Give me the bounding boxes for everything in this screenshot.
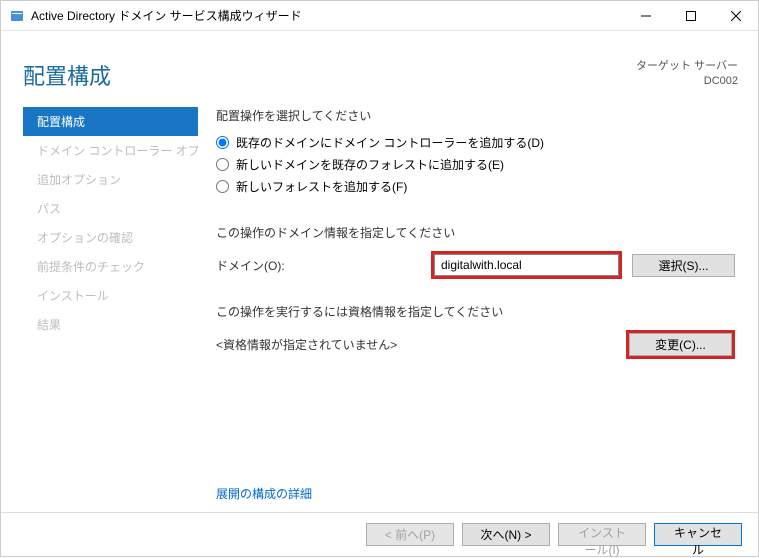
radio-new-domain-input[interactable] [216, 158, 229, 171]
footer: < 前へ(P) 次へ(N) > インストール(I) キャンセル [1, 512, 758, 556]
target-server-label: ターゲット サーバー [636, 59, 738, 74]
sidebar: 配置構成ドメイン コントローラー オプシ...追加オプションパスオプションの確認… [23, 107, 198, 512]
window-controls [623, 1, 758, 30]
cancel-button[interactable]: キャンセル [654, 523, 742, 546]
app-icon [9, 8, 25, 24]
domain-input[interactable] [434, 254, 619, 276]
select-operation-label: 配置操作を選択してください [216, 107, 738, 124]
radio-add-dc-input[interactable] [216, 136, 229, 149]
install-button[interactable]: インストール(I) [558, 523, 646, 546]
radio-new-domain-label: 新しいドメインを既存のフォレストに追加する(E) [236, 156, 504, 173]
prev-button[interactable]: < 前へ(P) [366, 523, 454, 546]
radio-new-forest-input[interactable] [216, 180, 229, 193]
target-server-info: ターゲット サーバー DC002 [636, 59, 738, 90]
maximize-button[interactable] [668, 1, 713, 30]
credential-label: この操作を実行するには資格情報を指定してください [216, 303, 738, 320]
domain-input-highlight [431, 251, 622, 279]
radio-add-dc[interactable]: 既存のドメインにドメイン コントローラーを追加する(D) [216, 134, 738, 151]
more-details-link[interactable]: 展開の構成の詳細 [216, 485, 312, 502]
sidebar-item-4[interactable]: オプションの確認 [23, 223, 198, 252]
change-button[interactable]: 変更(C)... [629, 333, 732, 356]
close-button[interactable] [713, 1, 758, 30]
credential-status: <資格情報が指定されていません> [216, 336, 616, 353]
radio-add-dc-label: 既存のドメインにドメイン コントローラーを追加する(D) [236, 134, 544, 151]
body-pane: 配置操作を選択してください 既存のドメインにドメイン コントローラーを追加する(… [198, 107, 738, 512]
sidebar-item-7[interactable]: 結果 [23, 310, 198, 339]
next-button[interactable]: 次へ(N) > [462, 523, 550, 546]
page-title: 配置構成 [23, 59, 111, 91]
sidebar-item-5[interactable]: 前提条件のチェック [23, 252, 198, 281]
target-server-name: DC002 [636, 74, 738, 89]
change-button-highlight: 変更(C)... [626, 330, 735, 359]
radio-new-domain[interactable]: 新しいドメインを既存のフォレストに追加する(E) [216, 156, 738, 173]
window-title: Active Directory ドメイン サービス構成ウィザード [31, 7, 623, 24]
header: 配置構成 ターゲット サーバー DC002 [1, 31, 758, 107]
sidebar-item-6[interactable]: インストール [23, 281, 198, 310]
select-button[interactable]: 選択(S)... [632, 254, 735, 277]
minimize-button[interactable] [623, 1, 668, 30]
radio-new-forest-label: 新しいフォレストを追加する(F) [236, 178, 407, 195]
domain-info-label: この操作のドメイン情報を指定してください [216, 224, 738, 241]
radio-new-forest[interactable]: 新しいフォレストを追加する(F) [216, 178, 738, 195]
sidebar-item-0[interactable]: 配置構成 [23, 107, 198, 136]
sidebar-item-1[interactable]: ドメイン コントローラー オプシ... [23, 136, 198, 165]
titlebar: Active Directory ドメイン サービス構成ウィザード [1, 1, 758, 31]
sidebar-item-2[interactable]: 追加オプション [23, 165, 198, 194]
domain-field-label: ドメイン(O): [216, 257, 421, 274]
sidebar-item-3[interactable]: パス [23, 194, 198, 223]
